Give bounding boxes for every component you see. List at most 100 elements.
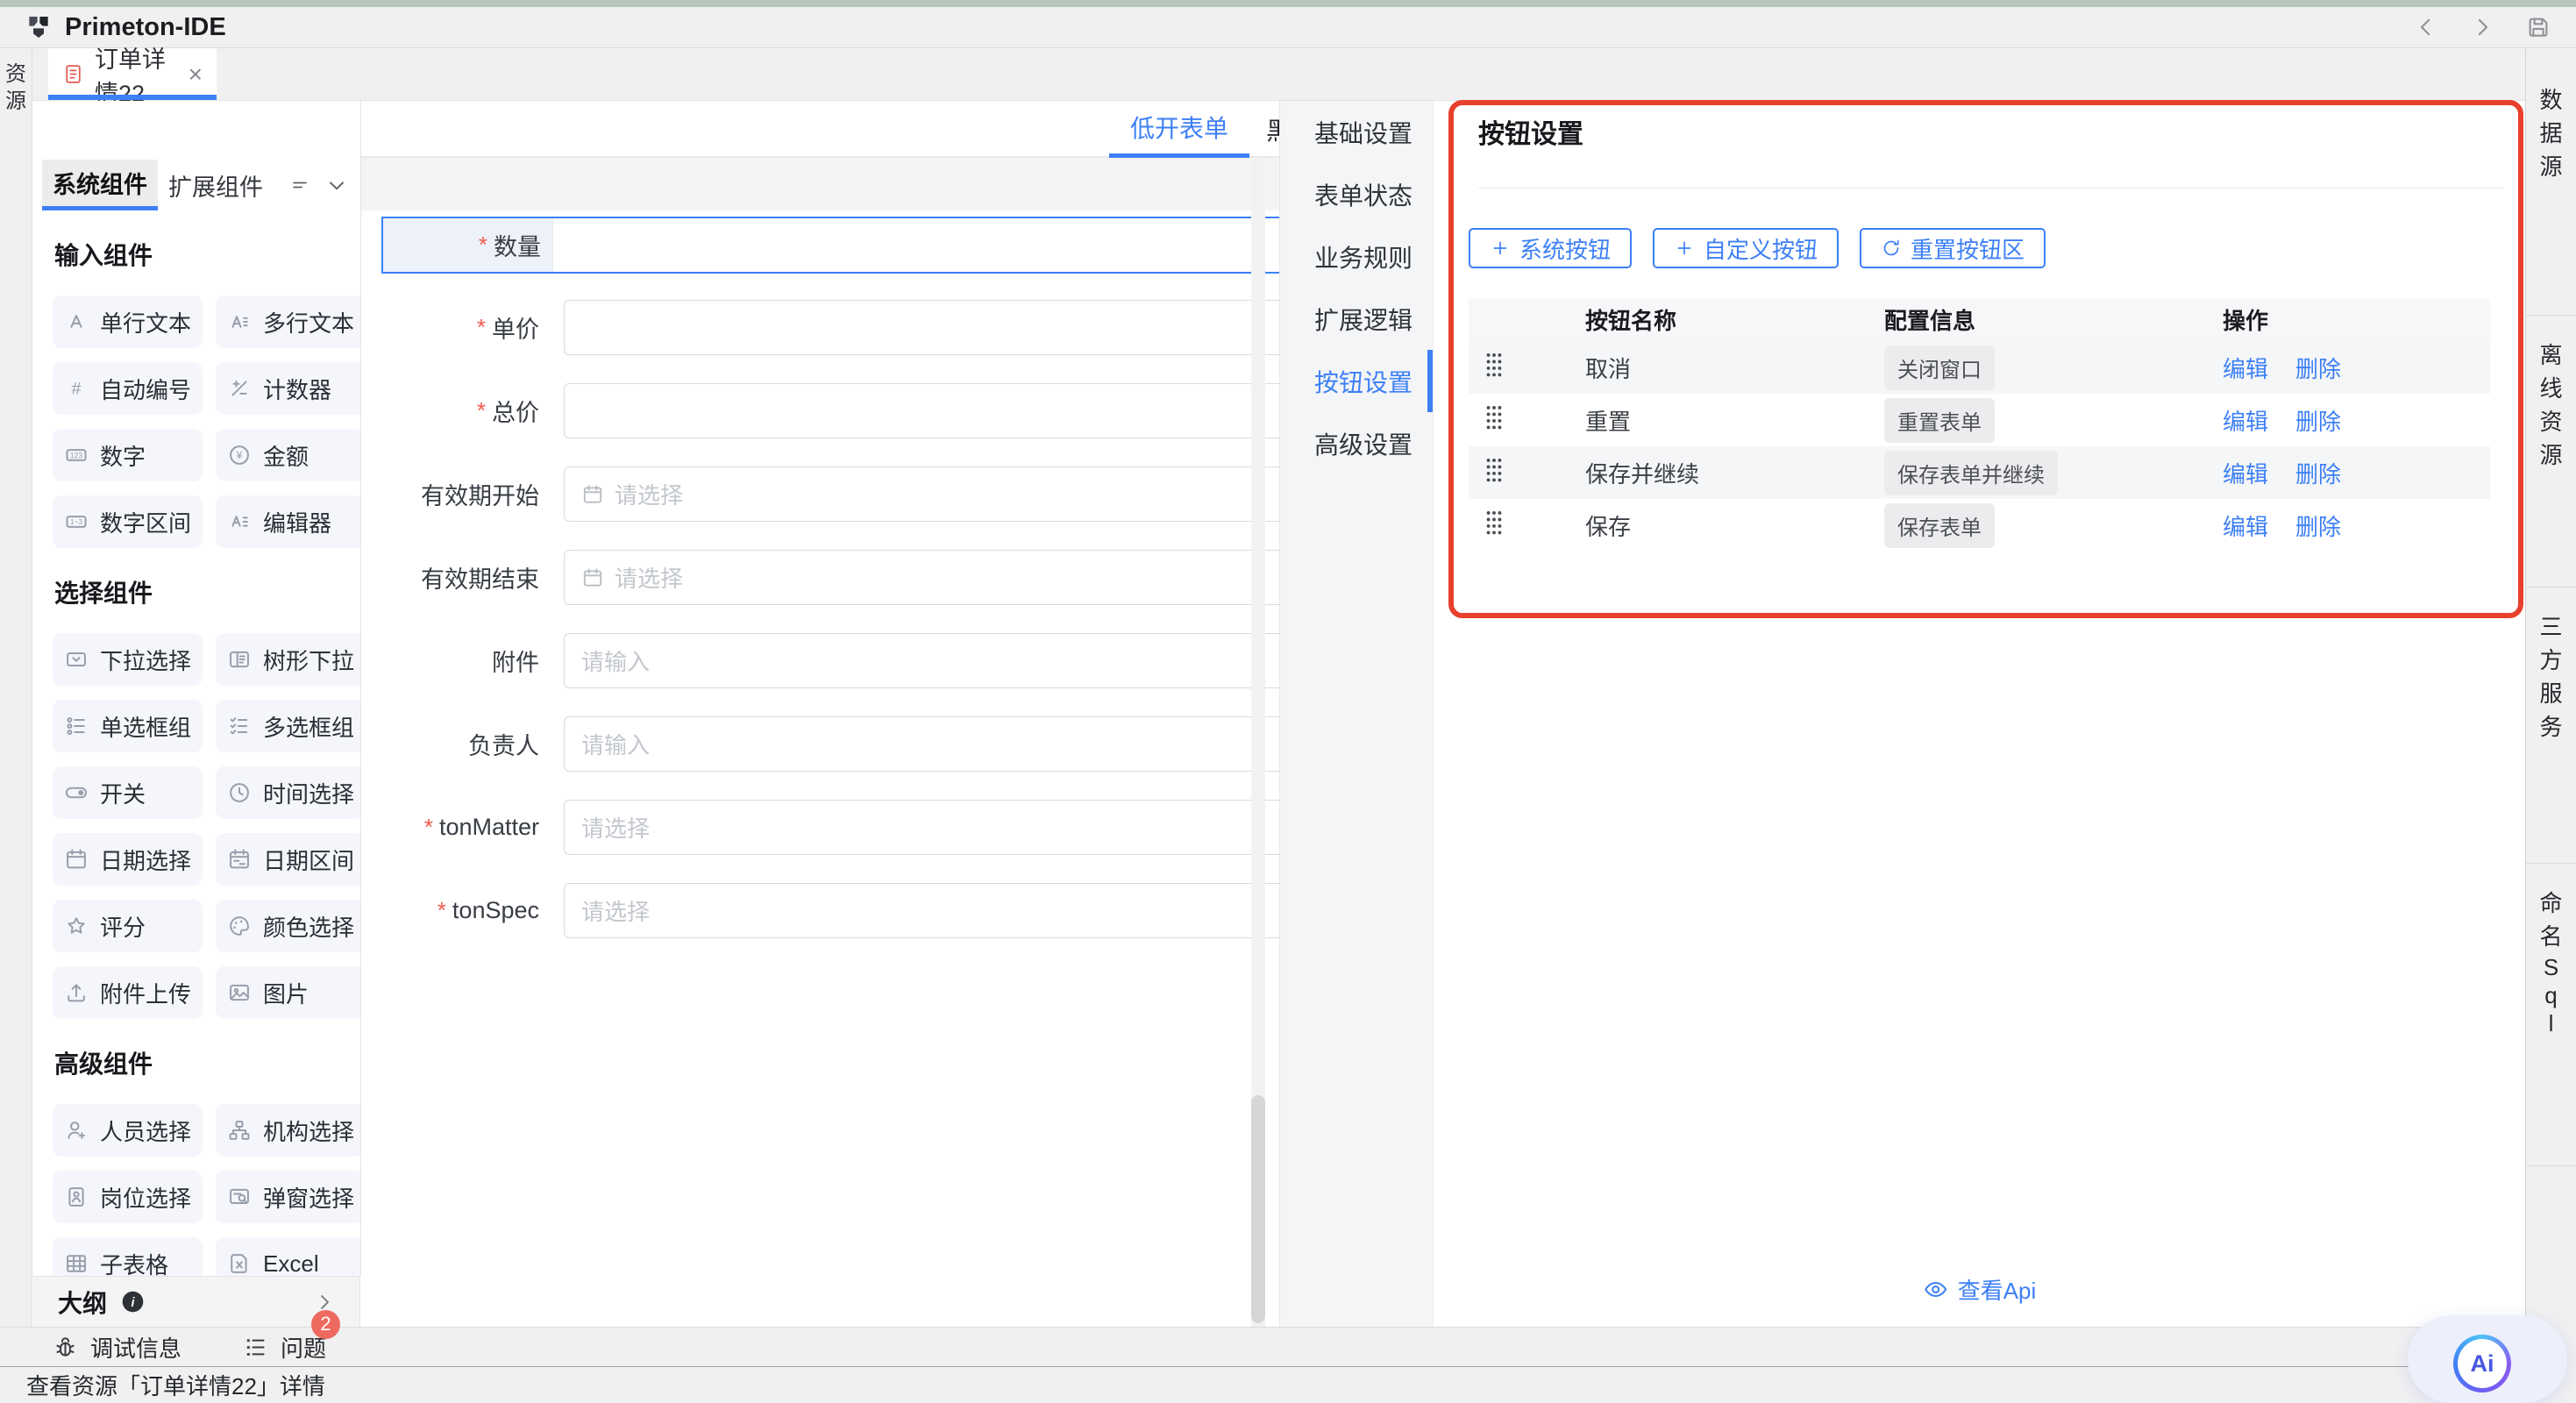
svg-text:#: # [71,379,81,398]
right-rail-item-0[interactable]: 数据源 [2526,48,2576,316]
toolbar-button-0[interactable]: 系统按钮 [1469,228,1632,268]
right-rail: 数据源离线资源三方服务命名Sql [2525,48,2576,1403]
field-input[interactable]: 请选择 [564,550,1279,605]
right-rail-item-3[interactable]: 命名Sql [2526,864,2576,1166]
field-input[interactable] [564,300,1279,355]
field-label-text: 附件 [492,644,539,678]
field-input[interactable]: 请输入 [564,633,1279,688]
settings-nav-item-5[interactable]: 高级设置 [1280,412,1433,474]
edit-link[interactable]: 编辑 [2223,409,2268,435]
field-placeholder: 请输入 [581,645,650,677]
canvas-tab-0[interactable]: 低开表单 [1109,101,1249,158]
currency-icon: ¥ [227,443,252,467]
panel-menu-icon[interactable] [289,174,310,196]
drag-handle-icon[interactable] [1483,352,1505,378]
component-tab-1[interactable]: 扩展组件 [158,160,274,210]
edit-link[interactable]: 编辑 [2223,461,2268,488]
component-tile-auto-number[interactable]: #自动编号 [53,362,203,415]
app-logo-icon [25,13,53,41]
component-tile-upload[interactable]: 附件上传 [53,966,203,1019]
list-icon [243,1335,268,1360]
settings-nav-item-2[interactable]: 业务规则 [1280,225,1433,288]
component-tile-number-range[interactable]: 1~3数字区间 [53,495,203,548]
delete-link[interactable]: 删除 [2295,356,2341,382]
field-input[interactable]: 请输入 [564,716,1279,772]
component-tile-label: 金额 [263,439,309,472]
component-tile-popup-picker[interactable]: 弹窗选择 [216,1171,361,1223]
component-tile-switch[interactable]: 开关 [53,766,203,819]
time-picker-icon [227,780,252,805]
table-row-2: 保存并继续保存表单并继续编辑删除 [1469,446,2490,499]
close-icon[interactable]: × [189,62,203,87]
chevron-down-icon[interactable] [325,174,348,196]
drag-handle-icon[interactable] [1483,457,1505,483]
component-tile-tree-select[interactable]: 树形下拉 [216,633,361,686]
form-field-selected[interactable]: *数量 [381,217,1279,274]
component-tile-textarea[interactable]: 多行文本 [216,296,361,348]
chevron-right-icon[interactable] [314,1292,335,1313]
excel-icon [227,1251,252,1276]
component-tile-image[interactable]: 图片 [216,966,361,1019]
component-tile-radio-group[interactable]: 单选框组 [53,700,203,752]
canvas-tab-1[interactable]: 黑 [1266,101,1279,158]
field-input[interactable]: 请选择 [564,883,1279,938]
delete-link[interactable]: 删除 [2295,514,2341,540]
component-tile-date-picker[interactable]: 日期选择 [53,833,203,886]
ai-assistant-button[interactable]: Ai [2453,1335,2511,1392]
settings-nav-item-1[interactable]: 表单状态 [1280,163,1433,225]
component-tile-rich-editor[interactable]: 编辑器 [216,495,361,548]
field-label: *总价 [381,394,551,428]
component-tile-counter[interactable]: 计数器 [216,362,361,415]
resource-rail-tab[interactable]: 资源 [0,48,32,115]
component-tile-checkbox-group[interactable]: 多选框组 [216,700,361,752]
component-tile-currency[interactable]: ¥ 金额 [216,429,361,481]
right-rail-item-1[interactable]: 离线资源 [2526,316,2576,588]
toolbar-button-1[interactable]: 自定义按钮 [1653,228,1839,268]
component-tile-date-range[interactable]: 日期区间 [216,833,361,886]
back-icon[interactable] [2413,14,2439,40]
settings-nav-item-3[interactable]: 扩展逻辑 [1280,288,1433,350]
drag-handle-icon[interactable] [1483,509,1505,536]
component-tile-number[interactable]: 123数字 [53,429,203,481]
delete-link[interactable]: 删除 [2295,461,2341,488]
rating-icon [64,914,89,938]
toolbar-button-2[interactable]: 重置按钮区 [1860,228,2046,268]
right-rail-item-2[interactable]: 三方服务 [2526,588,2576,864]
component-tile-sub-table[interactable]: 子表格 [53,1237,203,1276]
canvas-scrollbar-thumb[interactable] [1251,1095,1265,1323]
view-api-link[interactable]: 查看Api [1923,1273,2037,1306]
field-input[interactable]: 请选择 [564,466,1279,522]
edit-link[interactable]: 编辑 [2223,356,2268,382]
debug-info-button[interactable]: 调试信息 [53,1331,181,1364]
save-icon[interactable] [2525,14,2551,40]
settings-nav-item-0[interactable]: 基础设置 [1280,101,1433,163]
rich-editor-icon [227,509,252,534]
component-tile-rating[interactable]: 评分 [53,900,203,952]
field-label-text: 总价 [492,394,539,428]
component-tile-time-picker[interactable]: 时间选择 [216,766,361,819]
editor-tab-0[interactable]: 订单详情22× [48,48,217,100]
component-tile-dropdown[interactable]: 下拉选择 [53,633,203,686]
component-tile-person-picker[interactable]: 人员选择 [53,1104,203,1157]
color-picker-icon [227,914,252,938]
row-handle-cell [1469,352,1521,384]
component-tile-color-picker[interactable]: 颜色选择 [216,900,361,952]
settings-nav-item-4[interactable]: 按钮设置 [1280,350,1433,412]
problems-button[interactable]: 问题 2 [243,1331,326,1364]
forward-icon[interactable] [2469,14,2495,40]
field-input[interactable] [552,218,1279,272]
drag-handle-icon[interactable] [1483,404,1505,431]
component-panel-body: 输入组件单行文本多行文本#自动编号计数器123数字¥金额1~3数字区间编辑器选择… [33,237,360,1276]
component-tile-label: 颜色选择 [263,910,354,943]
field-input[interactable]: 请选择 [564,800,1279,855]
field-placeholder: 请输入 [581,728,650,760]
field-input[interactable] [564,383,1279,438]
component-tab-0[interactable]: 系统组件 [42,160,158,210]
delete-link[interactable]: 删除 [2295,409,2341,435]
component-tile-post-picker[interactable]: 岗位选择 [53,1171,203,1223]
edit-link[interactable]: 编辑 [2223,514,2268,540]
component-tile-text-field[interactable]: 单行文本 [53,296,203,348]
component-tile-excel[interactable]: Excel [216,1237,361,1276]
component-tile-org-picker[interactable]: 机构选择 [216,1104,361,1157]
component-tile-label: Excel [263,1250,319,1277]
